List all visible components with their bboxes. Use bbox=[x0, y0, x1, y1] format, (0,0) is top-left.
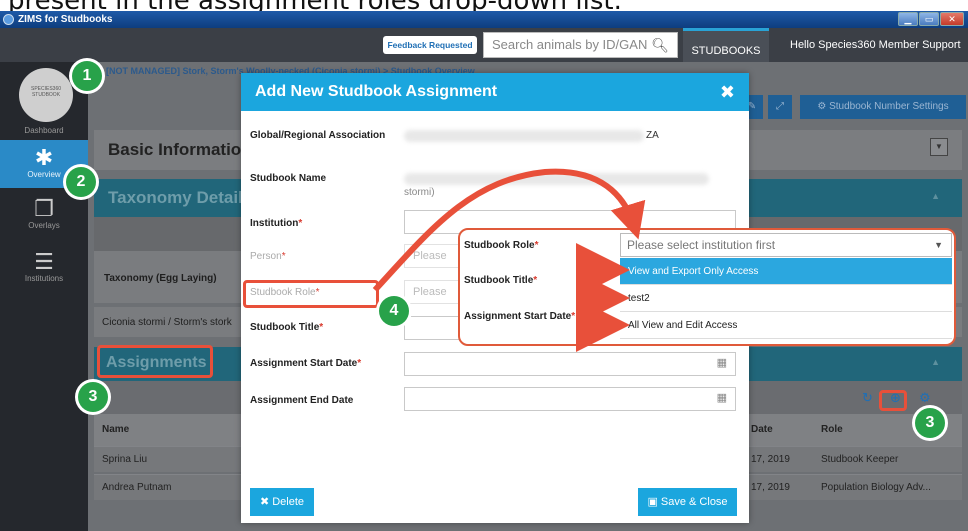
screenshot-root: present in the assignment roles drop-dow… bbox=[0, 0, 968, 531]
callout-1: 1 bbox=[72, 61, 102, 91]
callout-3b: 3 bbox=[915, 408, 945, 438]
callout-3: 3 bbox=[78, 382, 108, 412]
annotation-arrows bbox=[372, 168, 646, 352]
callout-4: 4 bbox=[379, 296, 409, 326]
callout-2: 2 bbox=[66, 167, 96, 197]
